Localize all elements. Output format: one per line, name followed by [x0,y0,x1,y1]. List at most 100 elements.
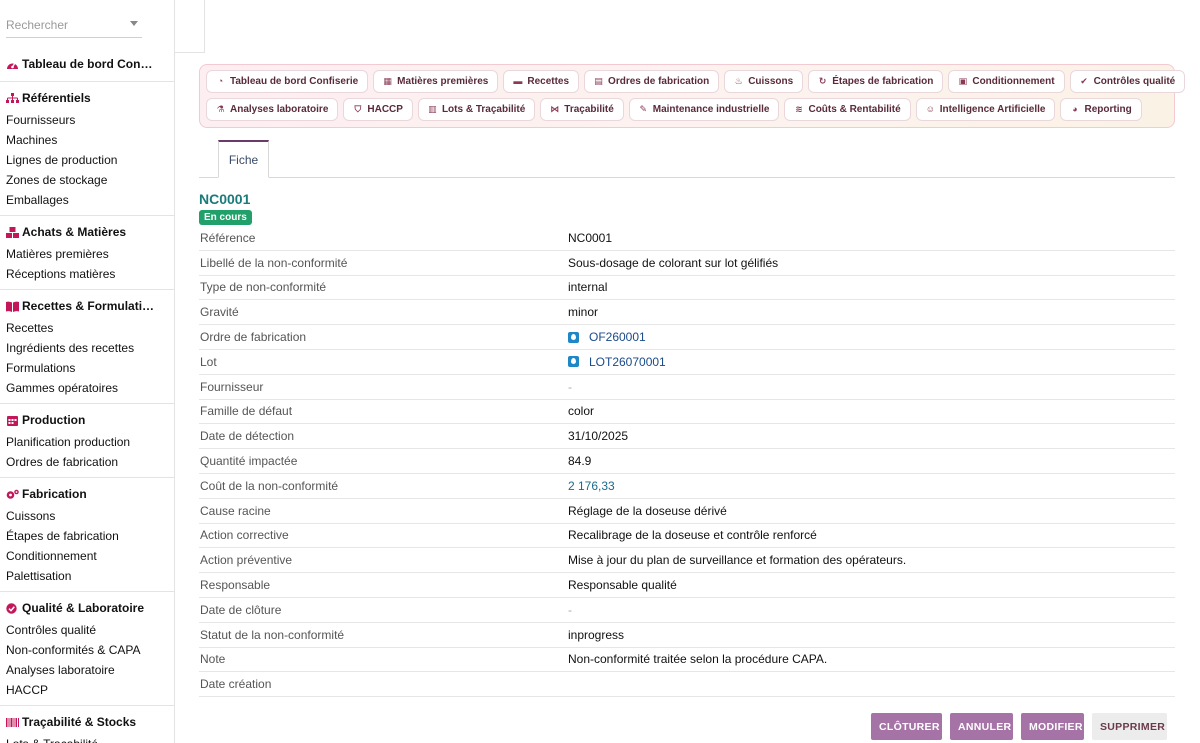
field-value: - [568,379,572,394]
field-row: Coût de la non-conformité 2 176,33 [199,474,1175,499]
field-label: Libellé de la non-conformité [200,255,348,270]
sidebar-group: Production Planification production Ordres… [0,404,174,478]
sidebar-item[interactable]: HACCP [0,680,174,700]
sidebar-group-header[interactable]: Fabrication [0,482,174,506]
field-row: Action préventive Mise à jour du plan de … [199,548,1175,574]
cancel-button[interactable]: ANNULER [950,713,1013,740]
sidebar-group-label: Achats & Matières [22,225,127,239]
sidebar-item[interactable]: Cuissons [0,506,174,526]
field-label: Responsable [200,578,271,593]
field-label: Type de non-conformité [200,280,327,295]
module-pill[interactable]: ▥ Lots & Traçabilité [417,98,536,121]
delete-button[interactable]: SUPPRIMER [1092,713,1167,740]
search-box[interactable] [6,14,142,38]
sidebar-item[interactable]: Lots & Traçabilité [0,734,174,743]
sidebar-item[interactable]: Fournisseurs [0,110,174,130]
sidebar-group: Qualité & Laboratoire Contrôles qualité No… [0,592,174,706]
module-pill[interactable]: ⋈ Traçabilité [540,98,624,121]
module-pill[interactable]: ▤ Ordres de fabrication [584,70,720,93]
field-value[interactable]: OF260001 [568,330,1175,344]
module-pill[interactable]: ▬ Recettes [503,70,580,93]
edit-button[interactable]: MODIFIER [1021,713,1084,740]
search-input[interactable] [6,14,124,36]
sidebar-item[interactable]: Zones de stockage [0,170,174,190]
field-value: NC0001 [568,230,613,245]
module-pill[interactable]: ☺ Intelligence Artificielle [915,98,1056,121]
field-row: Famille de défaut color [199,400,1175,425]
module-pill[interactable]: ✎ Maintenance industrielle [628,98,780,121]
module-pill-label: Ordres de fabrication [608,76,710,87]
module-pill[interactable]: ⛉ HACCP [343,98,413,121]
field-link[interactable]: LOT26070001 [589,355,666,369]
field-label: Action préventive [200,553,293,568]
check-circle-icon [6,602,19,614]
field-value[interactable]: LOT26070001 [568,355,1175,369]
sidebar-group: Traçabilité & Stocks Lots & Traçabilité [0,706,174,743]
sidebar-item[interactable]: Machines [0,130,174,150]
field-value: 2 176,33 [568,478,615,493]
flame-icon: ♨ [734,76,743,86]
field-label: Date de clôture [200,602,282,617]
field-link[interactable]: OF260001 [589,330,646,344]
field-label: Cause racine [200,503,271,518]
field-value: Recalibrage de la doseuse et contrôle re… [568,528,817,543]
record-fields: Référence NC0001 Libellé de la non-conform… [199,226,1175,698]
sidebar-nav: Tableau de bord Con… Référentiels Fourniss… [0,52,174,743]
field-row: Référence NC0001 [199,226,1175,251]
sidebar-item[interactable]: Conditionnement [0,546,174,566]
sidebar-group-header[interactable]: Référentiels [0,86,174,110]
module-pill[interactable]: ✔ Contrôles qualité [1069,70,1186,93]
gauge-icon [6,59,19,70]
sidebar-item[interactable]: Recettes [0,318,174,338]
sidebar-group-header[interactable]: Recettes & Formulati… [0,294,174,318]
sidebar-item[interactable]: Ordres de fabrication [0,452,174,472]
module-pill[interactable]: ↻ Étapes de fabrication [808,70,944,93]
sidebar-group-header[interactable]: Traçabilité & Stocks [0,710,174,734]
sidebar-group-header[interactable]: Qualité & Laboratoire [0,596,174,620]
field-value: 31/10/2025 [568,429,629,444]
field-value: Mise à jour du plan de surveillance et f… [568,553,907,568]
sidebar-item[interactable]: Contrôles qualité [0,620,174,640]
field-value: Réglage de la doseuse dérivé [568,503,727,518]
robot-icon: ☺ [925,104,935,114]
module-pill-label: Coûts & Rentabilité [808,104,901,115]
field-value: inprogress [568,627,625,642]
field-label: Gravité [200,305,239,320]
module-pill-label: Reporting [1084,104,1132,115]
field-row: Responsable Responsable qualité [199,573,1175,598]
sidebar-item[interactable]: Planification production [0,432,174,452]
sidebar-item[interactable]: Réceptions matières [0,264,174,284]
module-pill[interactable]: ≋ Coûts & Rentabilité [784,98,911,121]
sidebar-item[interactable]: Non-conformités & CAPA [0,640,174,660]
field-label: Date création [200,677,272,692]
chevron-down-icon[interactable] [130,21,138,26]
field-value: minor [568,305,599,320]
sidebar-item[interactable]: Lignes de production [0,150,174,170]
field-value: 84.9 [568,454,592,469]
sidebar-group: Référentiels Fournisseurs Machines Lignes d… [0,82,174,216]
sidebar-group-header[interactable]: Production [0,408,174,432]
sidebar-item[interactable]: Matières premières [0,244,174,264]
tab-fiche[interactable]: Fiche [218,140,269,178]
sidebar-group-label: Traçabilité & Stocks [22,715,137,729]
sidebar-item[interactable]: Ingrédients des recettes [0,338,174,358]
module-pill[interactable]: ⚗ Analyses laboratoire [206,98,339,121]
shield-icon: ⛉ [354,104,362,114]
module-pill[interactable]: ◔ Tableau de bord Confiserie [206,70,369,93]
field-label: Quantité impactée [200,454,298,469]
sidebar-item[interactable]: Emballages [0,190,174,210]
sidebar-item[interactable]: Analyses laboratoire [0,660,174,680]
close-button[interactable]: CLÔTURER [871,713,942,740]
sidebar-item[interactable]: Formulations [0,358,174,378]
module-pill[interactable]: ▦ Matières premières [373,70,499,93]
module-pill[interactable]: ◕ Reporting [1060,98,1142,121]
module-pill[interactable]: ♨ Cuissons [724,70,804,93]
sidebar-item[interactable]: Étapes de fabrication [0,526,174,546]
tab-bar: Fiche [199,140,1175,178]
module-pill[interactable]: ▣ Conditionnement [948,70,1065,93]
book-icon [6,301,19,312]
sidebar-item[interactable]: Palettisation [0,566,174,586]
sidebar-item[interactable]: Gammes opératoires [0,378,174,398]
sidebar-group-header[interactable]: Tableau de bord Con… [0,52,174,76]
sidebar-group-header[interactable]: Achats & Matières [0,220,174,244]
